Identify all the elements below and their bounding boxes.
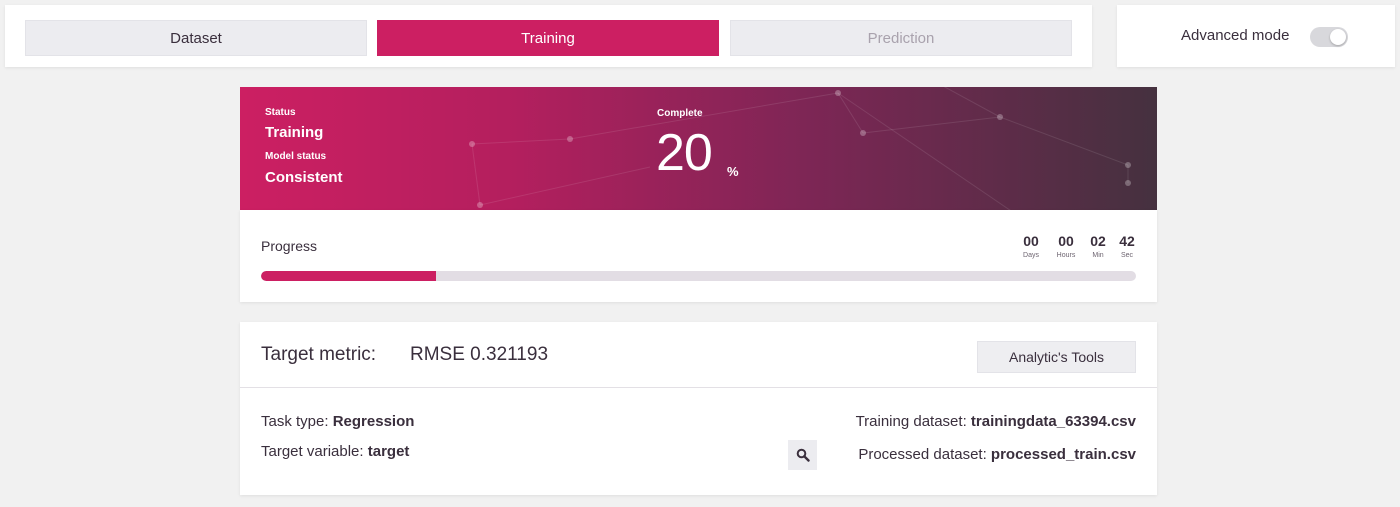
advanced-mode-panel: Advanced mode (1117, 5, 1395, 67)
tab-dataset[interactable]: Dataset (25, 20, 367, 56)
timer-days-value: 00 (1023, 233, 1039, 249)
target-variable-value: target (367, 443, 410, 460)
timer-hours-value: 00 (1058, 233, 1074, 249)
metric-header: Target metric: RMSE 0.321193 Analytic's … (240, 322, 1157, 388)
training-dataset: Training dataset: trainingdata_63394.csv (856, 413, 1136, 430)
timer-seconds-unit: Sec (1120, 252, 1134, 259)
task-type-value: Regression (332, 413, 415, 430)
model-status-value: Consistent (265, 169, 343, 186)
search-processed-dataset-button[interactable] (788, 440, 817, 470)
processed-dataset-label: Processed dataset: (858, 446, 991, 463)
search-icon (796, 448, 810, 462)
status-value: Training (265, 124, 324, 141)
progress-bar (261, 271, 1136, 281)
training-status-banner: Status Training Model status Consistent … (240, 87, 1157, 210)
progress-bar-fill (261, 271, 436, 281)
target-metric-value: RMSE 0.321193 (410, 344, 549, 365)
training-dataset-value: trainingdata_63394.csv (970, 413, 1136, 430)
training-dataset-label: Training dataset: (855, 413, 971, 430)
timer-minutes-value: 02 (1090, 233, 1106, 249)
progress-card: Progress 00 Days 00 Hours 02 Min 42 Sec (240, 210, 1157, 302)
timer-days: 00 Days (1016, 233, 1046, 261)
model-status-label: Model status (265, 151, 327, 162)
timer-seconds-value: 42 (1119, 233, 1135, 249)
processed-dataset-value: processed_train.csv (990, 446, 1136, 463)
timer-hours: 00 Hours (1051, 233, 1081, 261)
analytics-tools-button[interactable]: Analytic's Tools (977, 341, 1136, 373)
timer-seconds: 42 Sec (1112, 233, 1142, 261)
advanced-mode-label: Advanced mode (1181, 27, 1290, 44)
advanced-mode-toggle[interactable] (1310, 27, 1348, 47)
timer-hours-unit: Hours (1056, 252, 1076, 259)
tab-prediction[interactable]: Prediction (730, 20, 1072, 56)
task-type: Task type: Regression (261, 413, 414, 430)
timer-minutes: 02 Min (1083, 233, 1113, 261)
complete-label: Complete (657, 108, 703, 119)
status-label: Status (265, 107, 296, 118)
processed-dataset: Processed dataset: processed_train.csv (858, 446, 1136, 463)
timer-minutes-unit: Min (1092, 252, 1104, 259)
step-tabs: Dataset Training Prediction (5, 5, 1092, 67)
complete-unit: % (727, 164, 739, 179)
complete-percentage: 20 (656, 124, 713, 182)
timer-days-unit: Days (1023, 252, 1039, 259)
tab-training[interactable]: Training (377, 20, 719, 56)
progress-title: Progress (261, 238, 318, 254)
metric-card: Target metric: RMSE 0.321193 Analytic's … (240, 322, 1157, 495)
task-type-label: Task type: (261, 413, 333, 430)
toggle-knob (1330, 29, 1346, 45)
target-variable: Target variable: target (261, 443, 409, 460)
target-metric-label: Target metric: (261, 344, 377, 365)
target-variable-label: Target variable: (261, 443, 368, 460)
